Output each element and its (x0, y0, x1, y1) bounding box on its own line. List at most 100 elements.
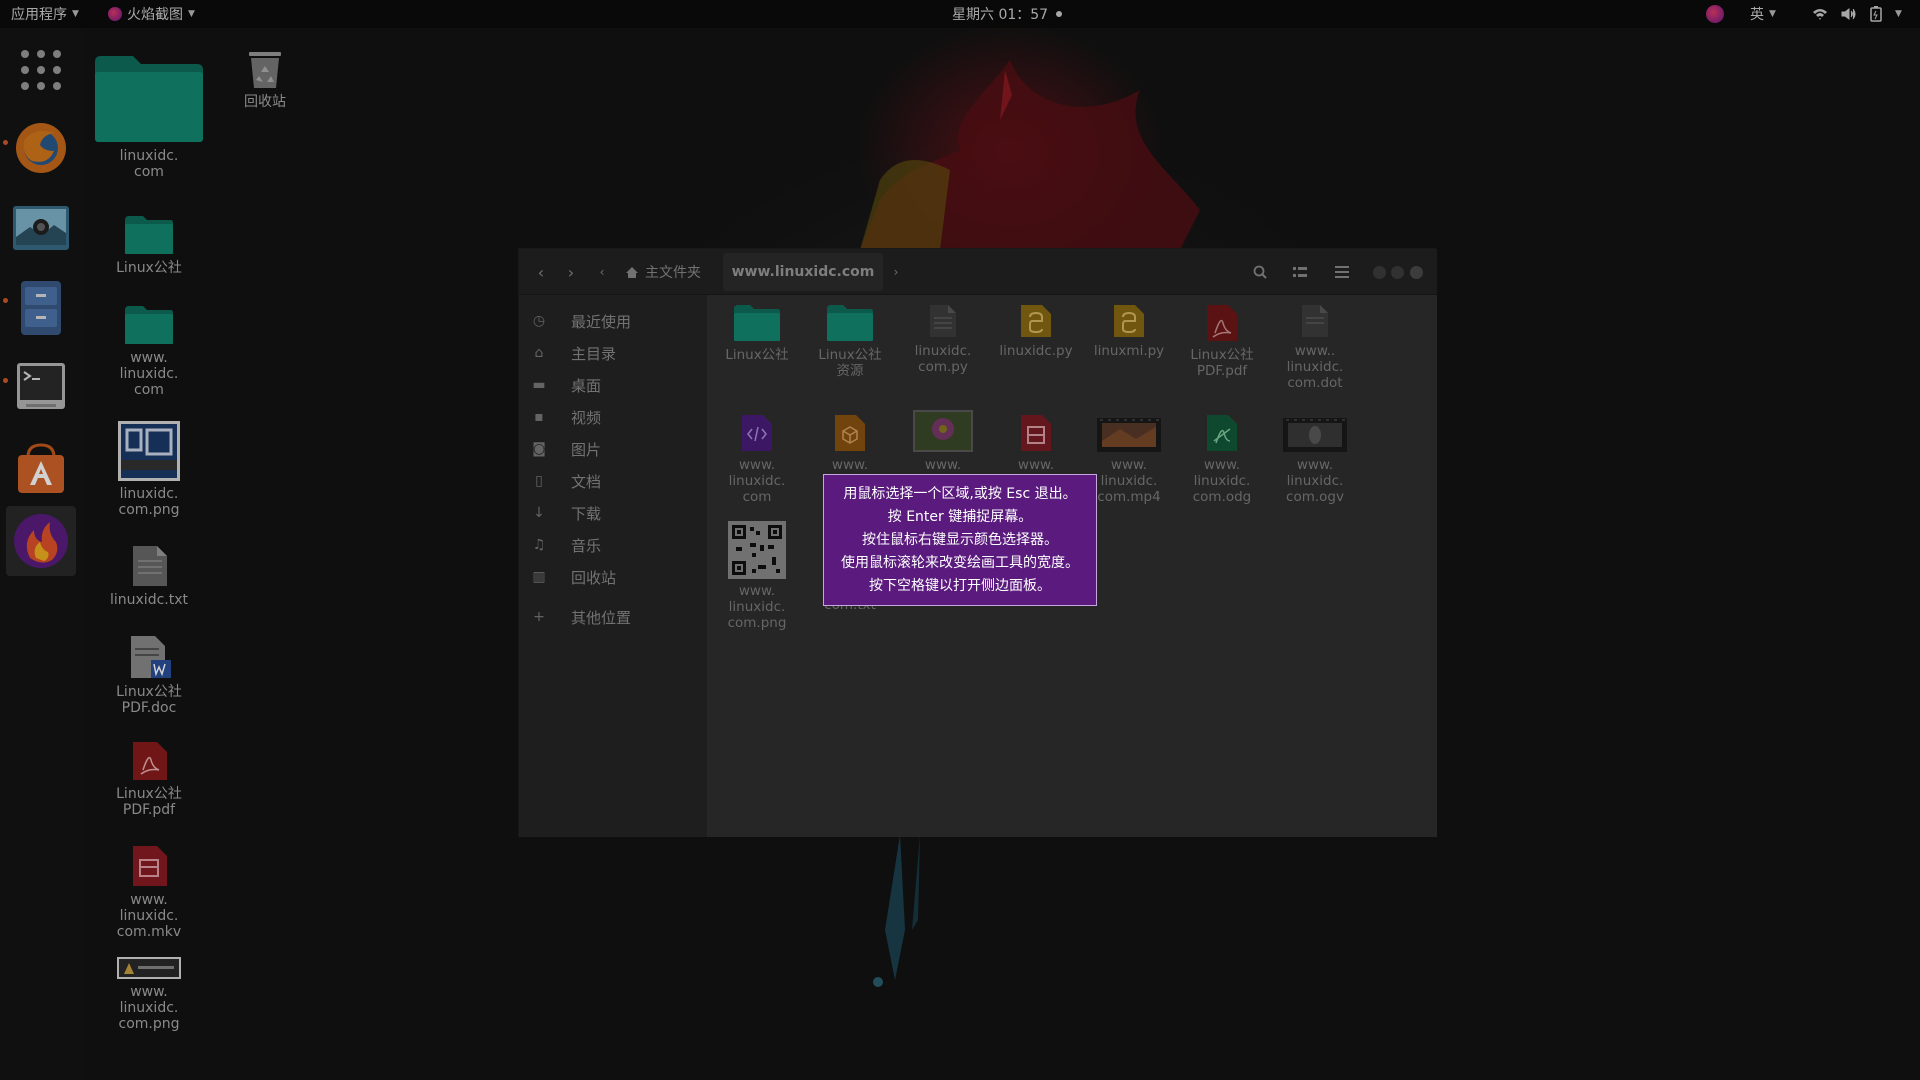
html-file-icon (742, 415, 772, 451)
input-method-menu[interactable]: 英 ▼ (1750, 0, 1776, 28)
desktop-icon-video[interactable]: www. linuxidc. com.mkv (94, 844, 204, 940)
sidebar-item-documents[interactable]: ▯ 文档 (519, 465, 707, 497)
video-thumbnail-icon (1283, 418, 1347, 452)
desktop-icon-trash[interactable]: 回收站 (210, 48, 320, 110)
flameshot-tray-icon[interactable] (1706, 0, 1724, 28)
file-item-video[interactable]: www. linuxidc. com.ogv (1270, 417, 1360, 505)
trash-icon: ▥ (532, 569, 546, 585)
desktop-icon-text[interactable]: linuxidc.txt (94, 544, 204, 608)
desktop-icon-label: Linux公社 (116, 260, 182, 276)
flameshot-launcher[interactable] (6, 506, 76, 576)
file-item-html[interactable]: www. linuxidc. com (712, 413, 802, 505)
flameshot-menu[interactable]: 火焰截图 ▼ (108, 0, 195, 28)
input-method-label: 英 (1750, 7, 1764, 23)
system-status-menu[interactable]: ▼ (1812, 0, 1902, 28)
file-label: Linux公社 PDF.pdf (1190, 347, 1254, 379)
file-item-image[interactable]: www. (898, 409, 988, 473)
file-item-python[interactable]: linuxidc.py (991, 303, 1081, 359)
file-item-package[interactable]: www. (805, 413, 895, 473)
chevron-down-icon: ▼ (1895, 9, 1902, 19)
sidebar-item-downloads[interactable]: ↓ 下载 (519, 497, 707, 529)
desktop-icon-pdf[interactable]: Linux公社 PDF.pdf (94, 740, 204, 818)
sidebar-item-pictures[interactable]: ◙ 图片 (519, 433, 707, 465)
flameshot-small-icon (108, 7, 122, 21)
file-item-python[interactable]: linuxmi.py (1084, 303, 1174, 359)
close-button[interactable] (1407, 249, 1425, 295)
desktop-icon-image[interactable]: linuxidc. com.png (94, 420, 204, 518)
breadcrumb-current-label: www.linuxidc.com (731, 264, 875, 280)
file-item-image[interactable]: www. linuxidc. com.png (712, 521, 802, 631)
breadcrumb-home[interactable]: 主文件夹 (613, 249, 713, 295)
sidebar-item-label: 回收站 (571, 568, 617, 587)
menu-button[interactable] (1327, 249, 1357, 295)
sidebar-item-desktop[interactable]: ▬ 桌面 (519, 369, 707, 401)
path-scroll-right-button[interactable]: › (885, 249, 907, 295)
file-item-text[interactable]: www.. linuxidc. com.dot (1270, 303, 1360, 391)
breadcrumb-current[interactable]: www.linuxidc.com (723, 253, 883, 291)
terminal-launcher[interactable] (9, 356, 73, 420)
python-file-icon (1114, 305, 1144, 337)
desktop-icon-folder[interactable]: www. linuxidc. com (94, 304, 204, 398)
file-item-folder[interactable]: Linux公社 资源 (805, 303, 895, 379)
desktop-icon-label: www. linuxidc. com (119, 350, 179, 398)
path-scroll-left-button[interactable]: ‹ (591, 249, 613, 295)
maximize-button[interactable] (1389, 249, 1405, 295)
view-options-button[interactable] (1285, 249, 1315, 295)
forward-button[interactable]: › (557, 249, 585, 295)
plus-icon: + (533, 609, 545, 625)
folder-icon (827, 305, 873, 341)
sidebar-item-music[interactable]: ♫ 音乐 (519, 529, 707, 561)
search-button[interactable] (1245, 249, 1275, 295)
sidebar-item-recent[interactable]: ◷ 最近使用 (519, 305, 707, 337)
back-button[interactable]: ‹ (527, 249, 555, 295)
screenshot-app-icon (13, 206, 69, 250)
sidebar-item-trash[interactable]: ▥ 回收站 (519, 561, 707, 593)
applications-menu[interactable]: 应用程序 ▼ (11, 0, 79, 28)
trash-icon (249, 52, 281, 88)
file-item-folder[interactable]: Linux公社 (712, 303, 802, 363)
firefox-launcher[interactable] (9, 116, 73, 180)
flameshot-icon (1706, 5, 1724, 23)
sidebar-item-other-locations[interactable]: + 其他位置 (519, 601, 707, 633)
hint-line: 使用鼠标滚轮来改变绘画工具的宽度。 (841, 554, 1079, 571)
file-item-text[interactable]: linuxidc. com.py (898, 303, 988, 375)
file-item-presentation[interactable]: www. (991, 413, 1081, 473)
chevron-right-icon: › (567, 262, 575, 282)
desktop-icon-image[interactable]: www. linuxidc. com.png (94, 956, 204, 1032)
software-center-icon (18, 443, 64, 493)
clock[interactable]: 星期六 01：57 (952, 0, 1063, 28)
file-item-pdf[interactable]: Linux公社 PDF.pdf (1177, 303, 1267, 379)
desktop-icon-doc[interactable]: Linux公社 PDF.doc (94, 634, 204, 716)
file-item-video[interactable]: www. linuxidc. com.mp4 (1084, 417, 1174, 505)
desktop-icon-folder[interactable]: Linux公社 (94, 214, 204, 276)
chevron-down-icon: ▼ (188, 9, 195, 19)
battery-icon (1870, 6, 1882, 22)
desktop-icon-folder[interactable]: linuxidc. com (94, 52, 204, 180)
applications-menu-label: 应用程序 (11, 7, 67, 23)
pdf-file-icon (133, 742, 167, 780)
drawing-file-icon (1207, 415, 1237, 451)
desktop-icon-label: 回收站 (244, 94, 286, 110)
file-label: www. (924, 457, 962, 473)
sidebar-item-videos[interactable]: ▪ 视频 (519, 401, 707, 433)
chevron-down-icon: ▼ (72, 9, 79, 19)
volume-icon (1841, 8, 1856, 20)
file-item-drawing[interactable]: www. linuxidc. com.odg (1177, 413, 1267, 505)
music-icon: ♫ (532, 537, 546, 553)
desktop-icon-label: linuxidc. com.png (118, 486, 180, 518)
sidebar-item-label: 文档 (571, 472, 602, 491)
software-center-launcher[interactable] (9, 436, 73, 500)
files-app-launcher[interactable] (9, 276, 73, 340)
file-label: www.. linuxidc. com.dot (1286, 343, 1344, 391)
show-applications-button[interactable] (9, 38, 73, 102)
screenshot-app-launcher[interactable] (9, 196, 73, 260)
desktop-icon-label: www. linuxidc. com.mkv (116, 892, 182, 940)
sidebar-item-home[interactable]: ⌂ 主目录 (519, 337, 707, 369)
folder-icon (125, 306, 173, 344)
file-label: www. linuxidc. com.mp4 (1097, 457, 1161, 505)
list-view-icon (1293, 267, 1307, 277)
desktop-icon-label: linuxidc. com (119, 148, 179, 180)
minimize-button[interactable] (1371, 249, 1387, 295)
sidebar-item-label: 最近使用 (571, 312, 632, 331)
python-file-icon (1021, 305, 1051, 337)
